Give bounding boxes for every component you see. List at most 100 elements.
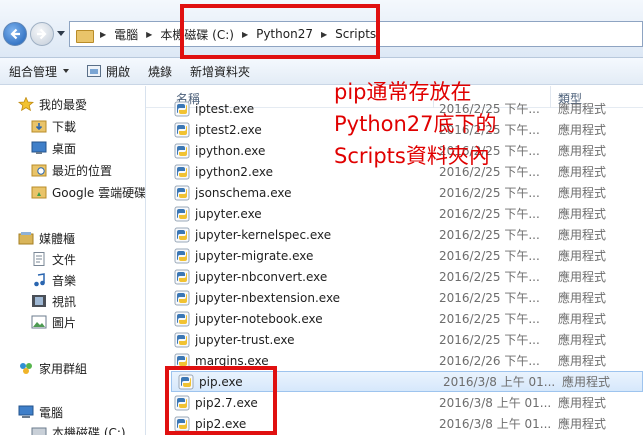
file-name: jupyter-nbextension.exe <box>195 290 341 305</box>
music-note-icon <box>34 273 45 287</box>
python-exe-icon <box>174 206 190 221</box>
nav-computer[interactable]: 電腦 <box>18 402 63 422</box>
python-exe-icon <box>174 416 190 431</box>
file-name: pip2.exe <box>195 416 247 431</box>
nav-google-drive-label: Google 雲端硬碟 <box>52 185 146 200</box>
breadcrumb-computer[interactable]: 電腦 <box>114 26 138 43</box>
breadcrumb-scripts[interactable]: Scripts <box>335 27 376 41</box>
annotation-line-2: Python27底下的 <box>334 112 497 136</box>
computer-icon <box>18 405 34 418</box>
python-exe-icon <box>174 227 190 242</box>
file-type: 應用程式 <box>558 312 607 326</box>
python-exe-icon <box>174 143 190 158</box>
nav-homegroup[interactable]: 家用群組 <box>18 358 87 378</box>
file-row[interactable]: jupyter-trust.exe 2016/2/25 下午... 應用程式 <box>168 329 643 350</box>
file-row[interactable]: jupyter-nbconvert.exe 2016/2/25 下午... 應用程式 <box>168 266 643 287</box>
google-drive-folder-icon <box>31 186 47 199</box>
organize-button[interactable]: 組合管理 <box>0 58 78 84</box>
file-name: pip.exe <box>199 374 243 389</box>
back-button[interactable] <box>3 22 27 46</box>
nav-documents[interactable]: 文件 <box>31 249 76 269</box>
python-exe-icon <box>174 290 190 305</box>
open-app-icon <box>87 65 102 77</box>
breadcrumb-python27[interactable]: Python27 <box>256 27 313 41</box>
nav-local-disk[interactable]: 本機磁碟 (C:) <box>31 422 126 435</box>
chevron-right-icon[interactable]: ▶ <box>321 30 327 39</box>
burn-button[interactable]: 燒錄 <box>139 58 181 84</box>
file-row[interactable]: jupyter.exe 2016/2/25 下午... 應用程式 <box>168 203 643 224</box>
file-type: 應用程式 <box>562 375 611 389</box>
python-exe-icon <box>174 122 190 137</box>
nav-music[interactable]: 音樂 <box>31 270 76 290</box>
file-name: jsonschema.exe <box>195 185 292 200</box>
file-name: jupyter-kernelspec.exe <box>195 227 332 242</box>
open-button[interactable]: 開啟 <box>78 58 139 84</box>
arrow-left-icon <box>10 28 20 40</box>
nav-downloads[interactable]: 下載 <box>31 116 76 136</box>
breadcrumb-local-disk[interactable]: 本機磁碟 (C:) <box>160 26 234 43</box>
file-name: margins.exe <box>195 353 269 368</box>
desktop-icon <box>31 141 47 154</box>
chevron-right-icon[interactable]: ▶ <box>146 30 152 39</box>
python-exe-icon <box>174 332 190 347</box>
address-box[interactable]: ▶ 電腦 ▶ 本機磁碟 (C:) ▶ Python27 ▶ Scripts <box>69 21 643 47</box>
nav-homegroup-label: 家用群組 <box>39 361 88 376</box>
file-row[interactable]: pip2.exe 2016/3/8 上午 01... 應用程式 <box>168 413 643 434</box>
chevron-right-icon[interactable]: ▶ <box>100 30 106 39</box>
file-row[interactable]: jupyter-notebook.exe 2016/2/25 下午... 應用程式 <box>168 308 643 329</box>
nav-pictures-label: 圖片 <box>52 315 77 330</box>
file-row[interactable]: jsonschema.exe 2016/2/25 下午... 應用程式 <box>168 182 643 203</box>
file-date: 2016/3/8 上午 01... <box>443 375 556 389</box>
file-row[interactable]: jupyter-nbextension.exe 2016/2/25 下午... 應用… <box>168 287 643 308</box>
nav-computer-label: 電腦 <box>39 405 64 420</box>
file-name: jupyter-notebook.exe <box>195 311 323 326</box>
nav-libraries[interactable]: 媒體櫃 <box>18 228 75 248</box>
file-date: 2016/2/25 下午... <box>439 270 540 284</box>
star-icon <box>18 97 34 111</box>
nav-libraries-label: 媒體櫃 <box>39 231 76 246</box>
file-type: 應用程式 <box>558 333 607 347</box>
nav-google-drive[interactable]: Google 雲端硬碟 <box>31 182 146 202</box>
nav-videos-label: 視訊 <box>52 294 77 309</box>
drive-icon <box>31 427 47 435</box>
recent-pages-dropdown[interactable] <box>57 31 65 36</box>
file-type: 應用程式 <box>558 291 607 305</box>
annotation-line-1: pip通常存放在 <box>334 80 472 104</box>
organize-label: 組合管理 <box>9 64 58 79</box>
file-type: 應用程式 <box>558 228 607 242</box>
file-row[interactable]: margins.exe 2016/2/26 下午... 應用程式 <box>168 350 643 371</box>
nav-recent[interactable]: 最近的位置 <box>31 160 112 180</box>
address-bar-area: ▶ 電腦 ▶ 本機磁碟 (C:) ▶ Python27 ▶ Scripts <box>0 0 643 58</box>
open-label: 開啟 <box>106 64 131 79</box>
file-date: 2016/2/25 下午... <box>439 249 540 263</box>
nav-favorites[interactable]: 我的最愛 <box>18 94 87 114</box>
nav-desktop[interactable]: 桌面 <box>31 138 76 158</box>
file-date: 2016/2/25 下午... <box>439 186 540 200</box>
film-strip-icon <box>32 295 46 307</box>
new-folder-label: 新增資料夾 <box>190 64 251 79</box>
file-date: 2016/2/25 下午... <box>439 312 540 326</box>
forward-button[interactable] <box>30 22 54 46</box>
recent-places-icon <box>31 164 47 177</box>
file-type: 應用程式 <box>558 207 607 221</box>
file-row[interactable]: pip2.7.exe 2016/3/8 上午 01... 應用程式 <box>168 392 643 413</box>
homegroup-icon <box>20 363 32 374</box>
file-name: jupyter-trust.exe <box>195 332 295 347</box>
python-exe-icon <box>174 248 190 263</box>
documents-icon <box>33 252 45 266</box>
file-row[interactable]: pip.exe 2016/3/8 上午 01... 應用程式 <box>171 371 643 392</box>
file-type: 應用程式 <box>558 144 607 158</box>
file-row[interactable]: jupyter-kernelspec.exe 2016/2/25 下午... 應用程… <box>168 224 643 245</box>
file-type: 應用程式 <box>558 417 607 431</box>
file-name: jupyter-migrate.exe <box>195 248 314 263</box>
nav-pictures[interactable]: 圖片 <box>31 312 76 332</box>
nav-videos[interactable]: 視訊 <box>31 291 76 311</box>
python-exe-icon <box>174 269 190 284</box>
file-date: 2016/3/8 上午 01... <box>439 396 552 410</box>
chevron-right-icon[interactable]: ▶ <box>242 30 248 39</box>
annotation-text: pip通常存放在 Python27底下的 Scripts資料夾內 <box>334 76 497 172</box>
new-folder-button[interactable]: 新增資料夾 <box>181 58 259 84</box>
file-row[interactable]: jupyter-migrate.exe 2016/2/25 下午... 應用程式 <box>168 245 643 266</box>
folder-icon <box>76 28 94 43</box>
libraries-icon <box>18 232 34 245</box>
